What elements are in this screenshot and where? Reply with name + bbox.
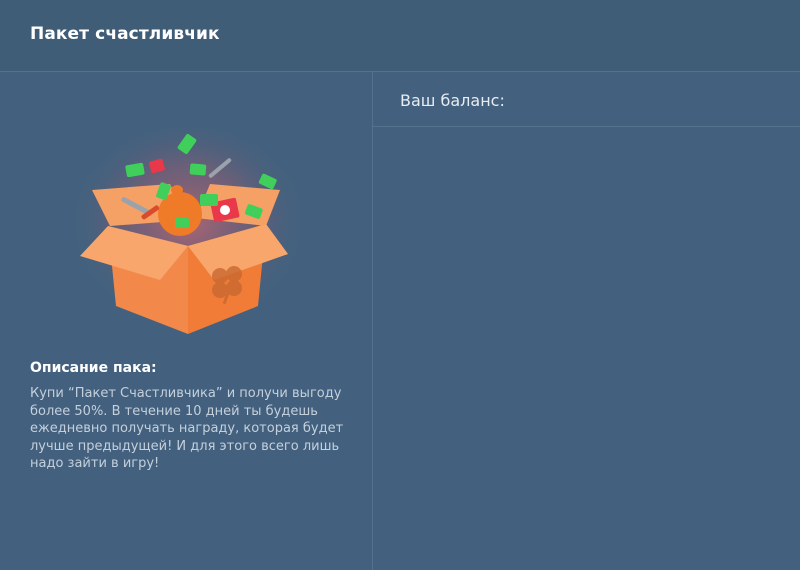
lucky-pack-window: Пакет счастливчик Описание пака: Купи “П…: [0, 0, 800, 570]
description-title: Описание пака:: [30, 360, 157, 376]
header-bar: Пакет счастливчик: [0, 0, 800, 72]
balance-label: Ваш баланс:: [400, 91, 505, 110]
description-text: Купи “Пакет Счастливчика” и получи выгод…: [30, 386, 344, 471]
lucky-pack-box-image: [70, 127, 300, 337]
page-title: Пакет счастливчик: [30, 24, 220, 44]
balance-panel: Ваш баланс:: [373, 72, 800, 570]
balance-row: Ваш баланс:: [373, 72, 800, 127]
pack-info-panel: Описание пака: Купи “Пакет Счастливчика”…: [0, 72, 372, 570]
